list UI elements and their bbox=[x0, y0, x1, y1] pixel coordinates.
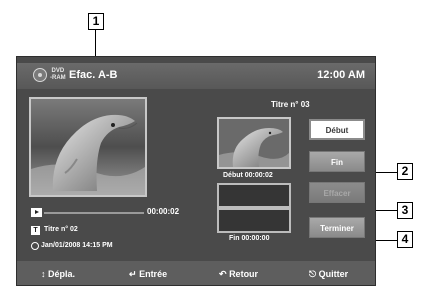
disc-icon bbox=[33, 68, 47, 82]
dvd-recorder-screen: DVD -RAM Efac. A-B 12:00 AM Titre n° 03 bbox=[16, 56, 376, 286]
up-down-arrows-icon: ↕ bbox=[41, 269, 46, 279]
callout-1: 1 bbox=[88, 13, 104, 30]
end-button[interactable]: Fin bbox=[309, 151, 365, 172]
header-bar: DVD -RAM Efac. A-B 12:00 AM bbox=[17, 63, 375, 89]
selected-title-number: Titre n° 03 bbox=[271, 100, 310, 109]
current-title: Titre n° 02 bbox=[44, 226, 78, 233]
end-point-thumbnail-bottom bbox=[217, 208, 291, 233]
footer-quit-label: Quitter bbox=[318, 269, 349, 279]
erase-button[interactable]: Effacer bbox=[309, 182, 365, 203]
playback-progress-bar bbox=[44, 212, 144, 214]
footer-move: ↕ Dépla. bbox=[41, 269, 75, 279]
footer-bar: ↕ Dépla. ↵ Entrée ↶ Retour ⎋ Quitter bbox=[17, 261, 375, 285]
disc-type-line1: DVD bbox=[51, 68, 65, 74]
dolphin-image bbox=[31, 99, 145, 195]
callout-3: 3 bbox=[397, 202, 413, 219]
callout-4: 4 bbox=[397, 231, 413, 248]
enter-icon: ↵ bbox=[129, 269, 137, 279]
footer-quit: ⎋ Quitter bbox=[309, 269, 348, 280]
recording-date: Jan/01/2008 14:15 PM bbox=[41, 242, 113, 249]
footer-return-label: Retour bbox=[229, 269, 259, 279]
footer-enter-label: Entrée bbox=[139, 269, 168, 279]
start-point-thumbnail bbox=[217, 117, 291, 169]
footer-move-label: Dépla. bbox=[48, 269, 76, 279]
clock: 12:00 AM bbox=[317, 69, 365, 81]
disc-type: DVD -RAM bbox=[50, 68, 66, 82]
title-icon: T bbox=[31, 226, 40, 235]
start-button[interactable]: Début bbox=[309, 119, 365, 140]
menu-title: Efac. A-B bbox=[69, 69, 118, 81]
footer-return: ↶ Retour bbox=[219, 269, 258, 280]
footer-enter: ↵ Entrée bbox=[129, 269, 167, 280]
callout-2: 2 bbox=[397, 163, 413, 180]
disc-type-line2: -RAM bbox=[50, 75, 66, 81]
clock-icon bbox=[31, 242, 39, 250]
play-icon bbox=[31, 208, 42, 217]
exit-icon: ⎋ bbox=[309, 269, 317, 279]
end-time-label: Fin 00:00:00 bbox=[229, 235, 270, 242]
dolphin-thumbnail-image bbox=[219, 119, 289, 167]
main-video-preview bbox=[29, 97, 147, 197]
return-icon: ↶ bbox=[219, 269, 227, 279]
end-point-thumbnail-top bbox=[217, 183, 291, 208]
finish-button[interactable]: Terminer bbox=[309, 217, 365, 238]
elapsed-time: 00:00:02 bbox=[147, 207, 180, 216]
start-time-label: Début 00:00:02 bbox=[223, 172, 273, 179]
